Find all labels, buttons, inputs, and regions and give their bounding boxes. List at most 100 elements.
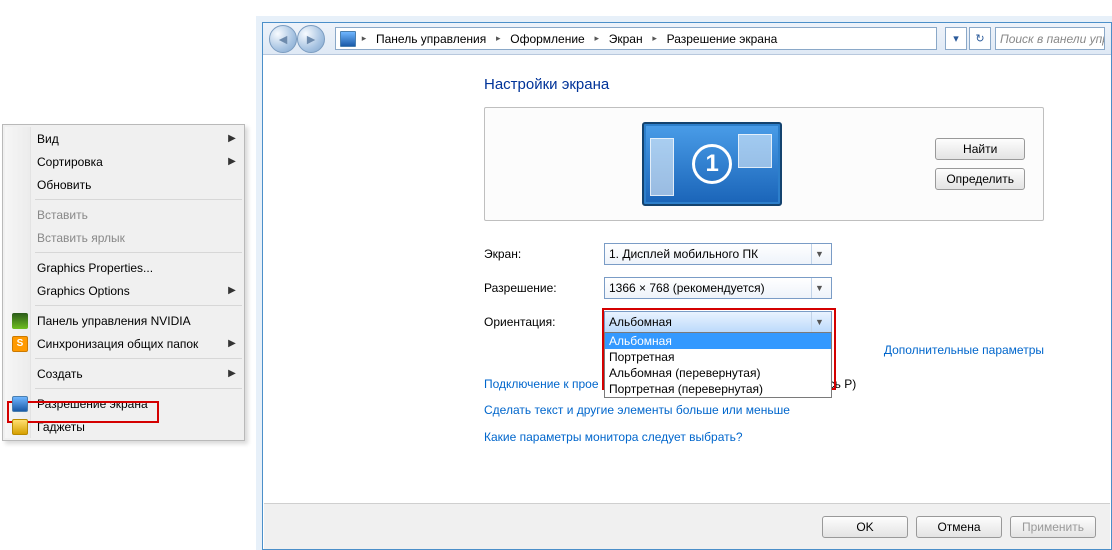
chevron-down-icon: ▼ — [811, 312, 827, 332]
blank-icon — [7, 127, 33, 150]
control-panel-icon — [340, 31, 356, 47]
dialog-footer: OK Отмена Применить — [264, 503, 1110, 549]
breadcrumb-label: Экран — [609, 32, 643, 46]
monitor-help-link[interactable]: Какие параметры монитора следует выбрать… — [484, 430, 743, 444]
cancel-button[interactable]: Отмена — [916, 516, 1002, 538]
menu-separator — [35, 388, 242, 389]
combo-value: Альбомная — [609, 315, 811, 329]
nvidia-icon — [7, 309, 33, 332]
menu-item-nvidia[interactable]: Панель управления NVIDIA — [5, 309, 242, 332]
chevron-right-icon: ▸ — [358, 33, 370, 44]
monitor-preview-wrap: 1 — [503, 122, 921, 206]
orientation-option[interactable]: Альбомная (перевернутая) — [605, 365, 831, 381]
search-placeholder: Поиск в панели упр — [1000, 32, 1105, 46]
breadcrumb-label: Разрешение экрана — [667, 32, 778, 46]
menu-label: Синхронизация общих папок — [33, 337, 224, 351]
desktop-context-menu: Вид ▶ Сортировка ▶ Обновить Вставить Вст… — [2, 124, 245, 441]
menu-item-paste-shortcut: Вставить ярлык — [5, 226, 242, 249]
menu-item-new[interactable]: Создать ▶ — [5, 362, 242, 385]
orientation-option[interactable]: Портретная (перевернутая) — [605, 381, 831, 397]
nav-back-button[interactable]: ◄ — [269, 25, 297, 53]
address-dropdown-button[interactable]: ▾ — [945, 27, 967, 50]
submenu-arrow-icon: ▶ — [224, 338, 240, 349]
menu-label: Обновить — [33, 178, 240, 192]
find-button[interactable]: Найти — [935, 138, 1025, 160]
display-icon — [7, 392, 33, 415]
menu-item-view[interactable]: Вид ▶ — [5, 127, 242, 150]
submenu-arrow-icon: ▶ — [224, 156, 240, 167]
blank-icon — [7, 256, 33, 279]
orientation-row: Ориентация: Альбомная ▼ Альбомная Портре… — [484, 311, 1080, 333]
additional-params-link[interactable]: Дополнительные параметры — [884, 343, 1044, 357]
menu-label: Graphics Options — [33, 284, 224, 298]
blank-icon — [7, 279, 33, 302]
breadcrumb-label: Панель управления — [376, 32, 486, 46]
orientation-option[interactable]: Альбомная — [605, 333, 831, 349]
breadcrumb-item[interactable]: Панель управления — [372, 28, 490, 49]
resolution-row: Разрешение: 1366 × 768 (рекомендуется) ▼ — [484, 277, 1080, 299]
apply-button[interactable]: Применить — [1010, 516, 1096, 538]
gadgets-icon — [7, 415, 33, 438]
menu-item-graphics-properties[interactable]: Graphics Properties... — [5, 256, 242, 279]
submenu-arrow-icon: ▶ — [224, 133, 240, 144]
blank-icon — [7, 150, 33, 173]
menu-label: Вставить ярлык — [33, 231, 240, 245]
monitor-number: 1 — [692, 144, 732, 184]
display-preview-box: 1 Найти Определить — [484, 107, 1044, 221]
screen-select[interactable]: 1. Дисплей мобильного ПК ▼ — [604, 243, 832, 265]
menu-label: Graphics Properties... — [33, 261, 240, 275]
screen-row: Экран: 1. Дисплей мобильного ПК ▼ — [484, 243, 1080, 265]
menu-item-gadgets[interactable]: Гаджеты — [5, 415, 242, 438]
search-input[interactable]: Поиск в панели упр — [995, 27, 1105, 50]
page-title: Настройки экрана — [484, 76, 1080, 93]
menu-item-paste: Вставить — [5, 203, 242, 226]
breadcrumb-item[interactable]: Экран — [605, 28, 647, 49]
refresh-button[interactable]: ↻ — [969, 27, 991, 50]
breadcrumb-item[interactable]: Оформление — [506, 28, 588, 49]
chevron-down-icon: ▼ — [811, 244, 827, 264]
screen-label: Экран: — [484, 247, 604, 261]
menu-item-sync-folders[interactable]: S Синхронизация общих папок ▶ — [5, 332, 242, 355]
combo-value: 1. Дисплей мобильного ПК — [609, 247, 811, 261]
chevron-down-icon: ▼ — [811, 278, 827, 298]
menu-separator — [35, 199, 242, 200]
sync-folders-icon: S — [7, 332, 33, 355]
menu-separator — [35, 358, 242, 359]
ok-button[interactable]: OK — [822, 516, 908, 538]
resolution-label: Разрешение: — [484, 281, 604, 295]
preview-buttons: Найти Определить — [935, 138, 1025, 190]
projector-link[interactable]: Подключение к прое — [484, 377, 599, 391]
chevron-right-icon: ▸ — [591, 33, 603, 44]
chevron-right-icon: ▸ — [649, 33, 661, 44]
address-bar[interactable]: ▸ Панель управления ▸ Оформление ▸ Экран… — [335, 27, 937, 50]
orientation-select[interactable]: Альбомная ▼ — [604, 311, 832, 333]
chevron-right-icon: ▸ — [492, 33, 504, 44]
menu-label: Сортировка — [33, 155, 224, 169]
control-panel-window: ◄ ► ▸ Панель управления ▸ Оформление ▸ Э… — [262, 22, 1112, 550]
monitor-preview[interactable]: 1 — [642, 122, 782, 206]
nav-buttons: ◄ ► — [269, 25, 325, 53]
menu-item-screen-resolution[interactable]: Разрешение экрана — [5, 392, 242, 415]
orientation-option[interactable]: Портретная — [605, 349, 831, 365]
menu-item-sort[interactable]: Сортировка ▶ — [5, 150, 242, 173]
menu-item-refresh[interactable]: Обновить — [5, 173, 242, 196]
menu-item-graphics-options[interactable]: Graphics Options ▶ — [5, 279, 242, 302]
blank-icon — [7, 203, 33, 226]
breadcrumb-label: Оформление — [510, 32, 584, 46]
content-area: Настройки экрана 1 Найти Определить Экра… — [264, 56, 1110, 501]
menu-label: Разрешение экрана — [33, 397, 240, 411]
menu-separator — [35, 305, 242, 306]
menu-label: Вставить — [33, 208, 240, 222]
text-size-link[interactable]: Сделать текст и другие элементы больше и… — [484, 403, 790, 417]
nav-forward-button[interactable]: ► — [297, 25, 325, 53]
blank-icon — [7, 173, 33, 196]
submenu-arrow-icon: ▶ — [224, 285, 240, 296]
menu-label: Панель управления NVIDIA — [33, 314, 240, 328]
breadcrumb-item[interactable]: Разрешение экрана — [663, 28, 782, 49]
orientation-dropdown: Альбомная Портретная Альбомная (переверн… — [604, 332, 832, 398]
detect-button[interactable]: Определить — [935, 168, 1025, 190]
blank-icon — [7, 226, 33, 249]
resolution-select[interactable]: 1366 × 768 (рекомендуется) ▼ — [604, 277, 832, 299]
menu-label: Гаджеты — [33, 420, 240, 434]
submenu-arrow-icon: ▶ — [224, 368, 240, 379]
